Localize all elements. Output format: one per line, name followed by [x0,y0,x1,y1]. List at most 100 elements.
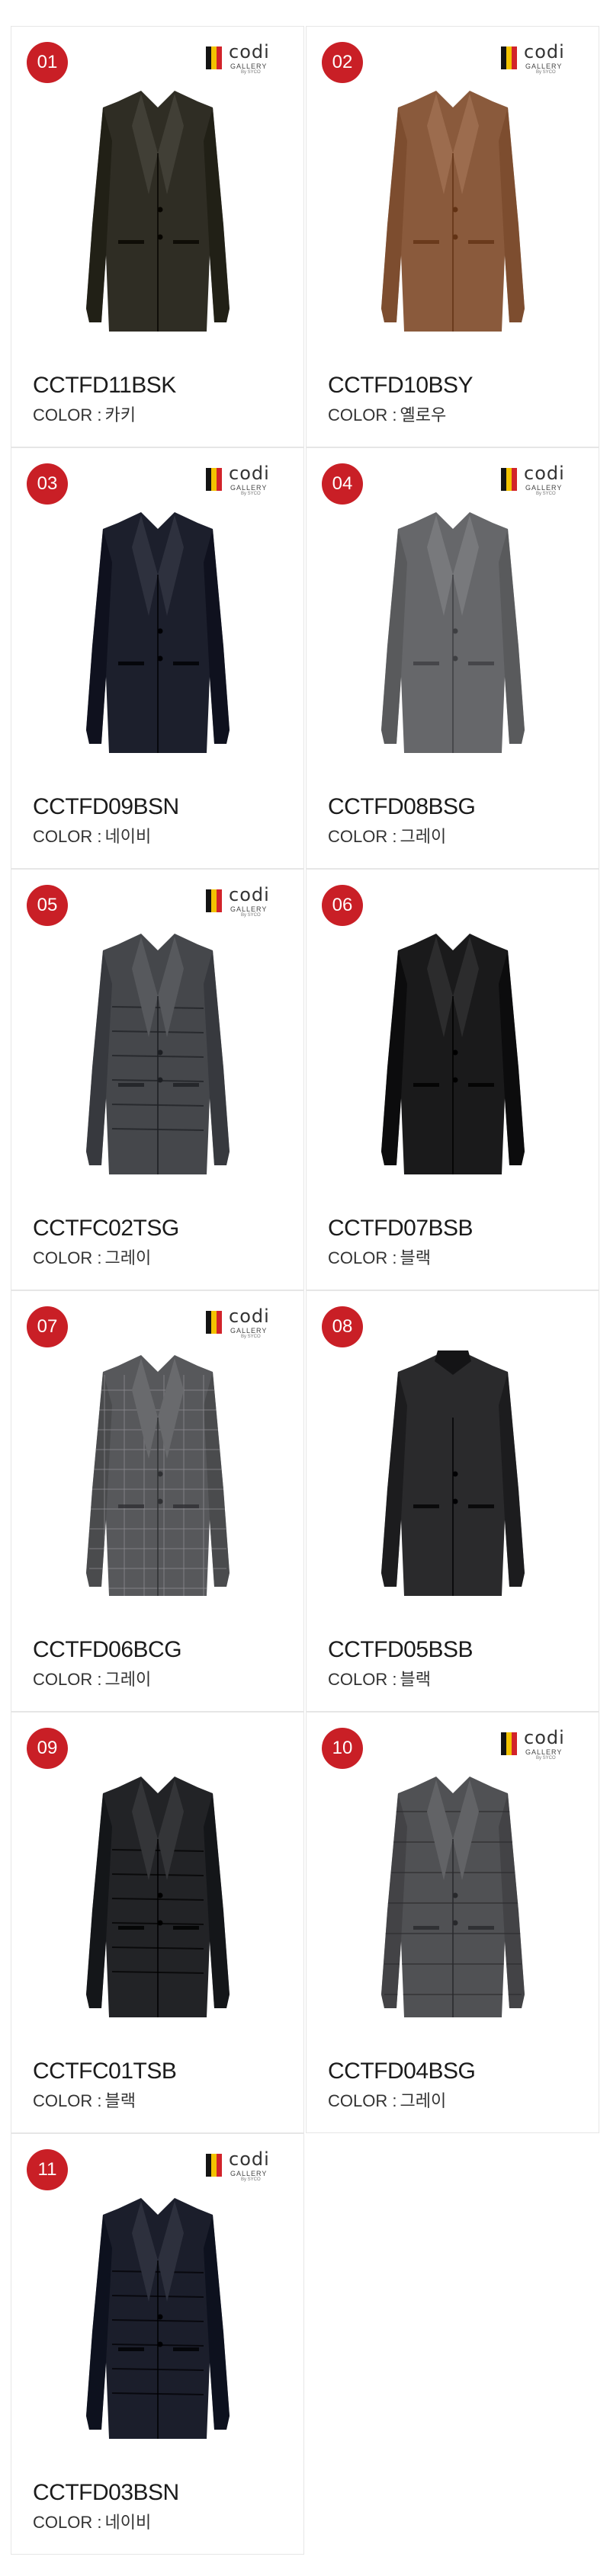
logo-sub: GALLERY [230,484,268,492]
product-card[interactable]: 02 codi GALLERY By SYCO CCTFD10BSY COLOR… [306,26,599,447]
codi-gallery-logo: codi GALLERY By SYCO [501,1727,577,1761]
product-code: CCTFD11BSK [33,373,176,398]
product-color: COLOR : 그레이 [33,1245,151,1269]
logo-word: codi [524,1727,565,1748]
color-value: 블랙 [104,2091,136,2110]
product-card[interactable]: 11 codi GALLERY By SYCO CCTFD03BSN COLOR… [11,2133,304,2555]
logo-word: codi [229,41,270,62]
product-color: COLOR : 옐로우 [328,402,446,426]
logo-word: codi [229,463,270,484]
color-label: COLOR : [33,827,102,846]
product-color: COLOR : 네이비 [33,2509,151,2533]
flag-icon [206,468,223,491]
flag-icon [501,46,518,69]
item-number-badge: 09 [27,1728,68,1769]
item-number-badge: 08 [322,1306,363,1347]
coat-image [380,1350,525,1596]
product-color: COLOR : 그레이 [33,1666,151,1690]
color-value: 그레이 [400,2091,447,2110]
logo-by: By SYCO [536,492,556,496]
flag-icon [206,889,223,912]
item-number-badge: 10 [322,1728,363,1769]
logo-by: By SYCO [241,70,261,75]
codi-gallery-logo: codi GALLERY By SYCO [206,884,282,918]
color-label: COLOR : [328,1248,397,1267]
item-number-badge: 02 [322,42,363,83]
logo-word: codi [229,2148,270,2170]
color-value: 그레이 [400,827,447,846]
product-code: CCTFD03BSN [33,2480,179,2505]
coat-image [85,91,230,332]
flag-icon [501,1732,518,1755]
product-code: CCTFD05BSB [328,1637,474,1662]
product-code: CCTFD06BCG [33,1637,182,1662]
codi-gallery-logo: codi GALLERY By SYCO [501,42,577,75]
logo-word: codi [524,463,565,484]
color-value: 블랙 [400,1670,431,1689]
color-label: COLOR : [328,827,397,846]
logo-by: By SYCO [241,1334,261,1339]
product-color: COLOR : 카키 [33,402,136,426]
logo-sub: GALLERY [525,484,563,492]
product-card[interactable]: 03 codi GALLERY By SYCO CCTFD09BSN COLOR… [11,447,304,869]
product-card[interactable]: 08 CCTFD05BSB COLOR : 블랙 [306,1290,599,1712]
coat-image [380,1777,525,2017]
product-card[interactable]: 09 CCTFC01TSB COLOR : 블랙 [11,1712,304,2133]
product-color: COLOR : 그레이 [328,2087,446,2112]
color-label: COLOR : [33,405,102,425]
color-label: COLOR : [33,1670,102,1689]
color-label: COLOR : [33,2091,102,2110]
item-number-badge: 05 [27,885,68,926]
product-code: CCTFD08BSG [328,794,476,819]
color-value: 옐로우 [400,405,447,425]
product-code: CCTFD04BSG [328,2059,476,2084]
logo-word: codi [229,884,270,905]
logo-sub: GALLERY [230,1327,268,1334]
product-color: COLOR : 블랙 [328,1666,431,1690]
codi-gallery-logo: codi GALLERY By SYCO [206,2148,282,2182]
coat-image [380,91,525,332]
coat-image [85,512,230,753]
product-card[interactable]: 06 CCTFD07BSB COLOR : 블랙 [306,869,599,1290]
product-card[interactable]: 04 codi GALLERY By SYCO CCTFD08BSG COLOR… [306,447,599,869]
color-value: 그레이 [104,1248,152,1267]
logo-sub: GALLERY [525,1748,563,1756]
coat-image [380,934,525,1174]
product-color: COLOR : 블랙 [33,2087,136,2112]
item-number-badge: 07 [27,1306,68,1347]
coat-image [85,1355,230,1596]
logo-word: codi [229,1306,270,1327]
coat-image [380,512,525,753]
logo-by: By SYCO [536,1756,556,1761]
color-value: 블랙 [400,1248,431,1267]
product-card[interactable]: 01 codi GALLERY By SYCO CCTFD11BSK COLOR… [11,26,304,447]
item-number-badge: 03 [27,463,68,505]
item-number-badge: 04 [322,463,363,505]
product-card[interactable]: 07 codi GALLERY By SYCO CCTFD06BCG COLOR… [11,1290,304,1712]
logo-sub: GALLERY [230,62,268,70]
color-value: 카키 [104,405,136,425]
item-number-badge: 06 [322,885,363,926]
product-card[interactable]: 10 codi GALLERY By SYCO CCTFD04BSG COLOR… [306,1712,599,2133]
logo-sub: GALLERY [230,905,268,913]
color-value: 네이비 [104,2513,152,2532]
product-code: CCTFD07BSB [328,1216,474,1241]
item-number-badge: 01 [27,42,68,83]
flag-icon [501,468,518,491]
color-label: COLOR : [328,2091,397,2110]
logo-sub: GALLERY [525,62,563,70]
coat-image [85,1777,230,2017]
codi-gallery-logo: codi GALLERY By SYCO [206,1306,282,1339]
flag-icon [206,1311,223,1334]
product-code: CCTFC01TSB [33,2059,177,2084]
color-label: COLOR : [33,2513,102,2532]
product-color: COLOR : 블랙 [328,1245,431,1269]
product-card[interactable]: 05 codi GALLERY By SYCO CCTFC02TSG COLOR… [11,869,304,1290]
flag-icon [206,2154,223,2177]
color-value: 네이비 [104,827,152,846]
color-label: COLOR : [328,1670,397,1689]
color-label: COLOR : [328,405,397,425]
flag-icon [206,46,223,69]
codi-gallery-logo: codi GALLERY By SYCO [501,463,577,496]
item-number-badge: 11 [27,2149,68,2190]
